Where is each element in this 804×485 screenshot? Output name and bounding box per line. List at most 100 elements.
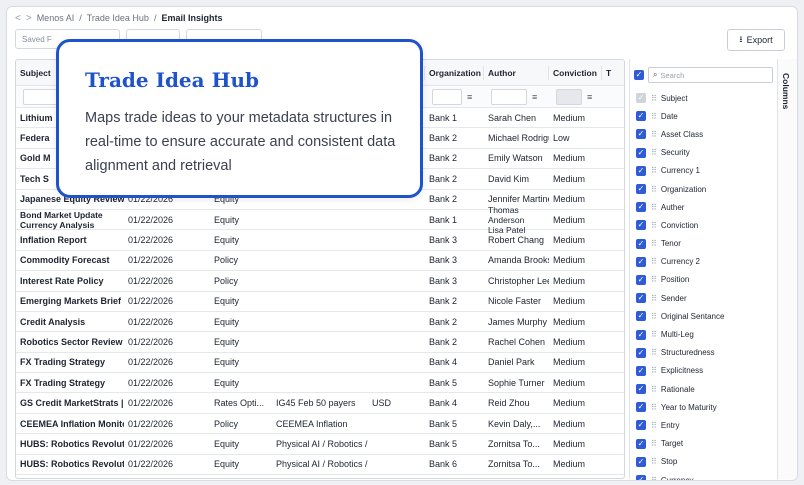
drag-handle-icon[interactable]: ⠿ (651, 476, 657, 480)
column-toggle-item[interactable]: ✓ ⠿ Conviction (630, 216, 777, 234)
table-row[interactable]: FX Trading Strategy 01/22/2026 Equity Bank … (16, 353, 624, 374)
drag-handle-icon[interactable]: ⠿ (651, 403, 657, 412)
column-header-organization[interactable]: Organization (425, 65, 484, 80)
column-toggle-item[interactable]: ✓ ⠿ Entry (630, 416, 777, 434)
drag-handle-icon[interactable]: ⠿ (651, 221, 657, 230)
column-toggle-item[interactable]: ✓ ⠿ Original Sentance (630, 307, 777, 325)
checkbox-icon[interactable]: ✓ (636, 475, 646, 480)
column-toggle-item[interactable]: ✓ ⠿ Stop (630, 453, 777, 471)
cell-subject: HUBS: Robotics Revolution (20, 459, 124, 470)
drag-handle-icon[interactable]: ⠿ (651, 348, 657, 357)
select-all-checkbox[interactable]: ✓ (634, 70, 644, 80)
drag-handle-icon[interactable]: ⠿ (651, 421, 657, 430)
filter-input[interactable] (432, 88, 462, 105)
checkbox-icon[interactable]: ✓ (636, 93, 646, 104)
columns-search-input[interactable]: ⌕ Search (648, 67, 773, 83)
checkbox-icon[interactable]: ✓ (636, 129, 646, 140)
filter-input[interactable] (491, 88, 527, 105)
column-toggle-item[interactable]: ✓ ⠿ Tenor (630, 235, 777, 253)
checkbox-icon[interactable]: ✓ (636, 220, 646, 231)
drag-handle-icon[interactable]: ⠿ (651, 130, 657, 139)
checkbox-icon[interactable]: ✓ (636, 347, 646, 358)
checkbox-icon[interactable]: ✓ (636, 311, 646, 322)
drag-handle-icon[interactable]: ⠿ (651, 185, 657, 194)
column-toggle-item[interactable]: ✓ ⠿ Currency 1 (630, 162, 777, 180)
drag-handle-icon[interactable]: ⠿ (651, 457, 657, 466)
table-row[interactable]: GS Credit MarketStrats | Weekl... 01/22/2… (16, 393, 624, 414)
column-toggle-item[interactable]: ✓ ⠿ Date (630, 107, 777, 125)
filter-icon[interactable]: ≡ (530, 92, 539, 102)
checkbox-icon[interactable]: ✓ (636, 274, 646, 285)
drag-handle-icon[interactable]: ⠿ (651, 312, 657, 321)
column-toggle-item[interactable]: ✓ ⠿ Position (630, 271, 777, 289)
column-toggle-item[interactable]: ✓ ⠿ Target (630, 435, 777, 453)
checkbox-icon[interactable]: ✓ (636, 202, 646, 213)
drag-handle-icon[interactable]: ⠿ (651, 203, 657, 212)
drag-handle-icon[interactable]: ⠿ (651, 366, 657, 375)
column-header-tenor[interactable]: T (602, 66, 624, 80)
column-toggle-item[interactable]: ✓ ⠿ Structuredness (630, 344, 777, 362)
drag-handle-icon[interactable]: ⠿ (651, 148, 657, 157)
table-row[interactable]: Credit Analysis 01/22/2026 Equity Bank 2 Jam… (16, 312, 624, 333)
column-toggle-item[interactable]: ✓ ⠿ Asset Class (630, 125, 777, 143)
table-row[interactable]: Interest Rate Policy 01/22/2026 Policy Bank… (16, 271, 624, 292)
table-row[interactable]: HUBS: Robotics Revolution 01/22/2026 Equit… (16, 434, 624, 455)
column-toggle-item[interactable]: ✓ ⠿ Subject (630, 89, 777, 107)
checkbox-icon[interactable]: ✓ (636, 365, 646, 376)
checkbox-icon[interactable]: ✓ (636, 384, 646, 395)
checkbox-icon[interactable]: ✓ (636, 329, 646, 340)
filter-icon[interactable]: ≡ (585, 92, 594, 102)
back-icon[interactable]: < (15, 13, 21, 24)
column-toggle-item[interactable]: ✓ ⠿ Auther (630, 198, 777, 216)
drag-handle-icon[interactable]: ⠿ (651, 94, 657, 103)
table-row[interactable]: HUBS: Robotics Revolution 01/22/2026 Equit… (16, 455, 624, 476)
checkbox-icon[interactable]: ✓ (636, 165, 646, 176)
table-row[interactable]: CEEMEA Inflation Monitor: Infl... 01/22/2… (16, 414, 624, 435)
column-toggle-item[interactable]: ✓ ⠿ Sender (630, 289, 777, 307)
breadcrumb-item-menos[interactable]: Menos AI (37, 13, 75, 23)
columns-side-tab[interactable]: Columns (777, 59, 797, 479)
drag-handle-icon[interactable]: ⠿ (651, 112, 657, 121)
checkbox-icon[interactable]: ✓ (636, 238, 646, 249)
drag-handle-icon[interactable]: ⠿ (651, 239, 657, 248)
table-row[interactable]: Commodity Forecast 01/22/2026 Policy Bank 3… (16, 251, 624, 272)
checkbox-icon[interactable]: ✓ (636, 184, 646, 195)
forward-icon[interactable]: > (26, 13, 32, 24)
drag-handle-icon[interactable]: ⠿ (651, 330, 657, 339)
column-header-author[interactable]: Author (484, 65, 549, 80)
cell-conviction: Medium (553, 418, 586, 429)
checkbox-icon[interactable]: ✓ (636, 147, 646, 158)
checkbox-icon[interactable]: ✓ (636, 438, 646, 449)
export-button[interactable]: ⭳ Export (727, 29, 785, 51)
table-row[interactable]: FX Trading Strategy 01/22/2026 Equity Bank … (16, 373, 624, 394)
table-row[interactable]: G10 FX trade idea : Sell CHF-N...01/22/2… (16, 475, 624, 478)
column-toggle-item[interactable]: ✓ ⠿ Security (630, 144, 777, 162)
breadcrumb-item-hub[interactable]: Trade Idea Hub (87, 13, 149, 23)
column-toggle-item[interactable]: ✓ ⠿ Year to Maturity (630, 398, 777, 416)
drag-handle-icon[interactable]: ⠿ (651, 439, 657, 448)
drag-handle-icon[interactable]: ⠿ (651, 275, 657, 284)
filter-icon[interactable]: ≡ (465, 92, 474, 102)
column-toggle-item[interactable]: ✓ ⠿ Explicitness (630, 362, 777, 380)
column-toggle-item[interactable]: ✓ ⠿ Currency (630, 471, 777, 480)
column-header-conviction[interactable]: Conviction (549, 65, 602, 80)
drag-handle-icon[interactable]: ⠿ (651, 257, 657, 266)
column-toggle-item[interactable]: ✓ ⠿ Multi-Leg (630, 325, 777, 343)
column-toggle-item[interactable]: ✓ ⠿ Currency 2 (630, 253, 777, 271)
checkbox-icon[interactable]: ✓ (636, 402, 646, 413)
column-toggle-item[interactable]: ✓ ⠿ Organization (630, 180, 777, 198)
table-row[interactable]: Emerging Markets Brief 01/22/2026 Equity Ba… (16, 292, 624, 312)
checkbox-icon[interactable]: ✓ (636, 420, 646, 431)
drag-handle-icon[interactable]: ⠿ (651, 294, 657, 303)
drag-handle-icon[interactable]: ⠿ (651, 385, 657, 394)
checkbox-icon[interactable]: ✓ (636, 456, 646, 467)
table-row[interactable]: Robotics Sector Review 01/22/2026 Equity Ba… (16, 332, 624, 353)
checkbox-icon[interactable]: ✓ (636, 111, 646, 122)
filter-input[interactable] (556, 88, 582, 105)
drag-handle-icon[interactable]: ⠿ (651, 166, 657, 175)
table-row[interactable]: Bond Market Update Currency Analysis 01/22… (16, 205, 624, 235)
checkbox-icon[interactable]: ✓ (636, 293, 646, 304)
checkbox-icon[interactable]: ✓ (636, 256, 646, 267)
cell-organization: Bank 1 (429, 214, 458, 225)
column-toggle-item[interactable]: ✓ ⠿ Rationale (630, 380, 777, 398)
